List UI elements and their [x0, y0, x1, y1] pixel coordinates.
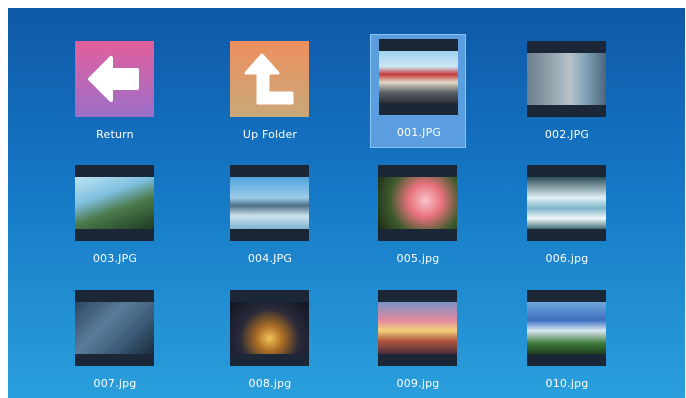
thumbnail-005	[378, 165, 457, 241]
thumbnail-004	[230, 165, 309, 241]
return-tile[interactable]: Return	[67, 11, 163, 141]
file-label-008: 008.jpg	[248, 377, 292, 390]
file-tile-001[interactable]: 001.JPG	[370, 34, 466, 148]
thumbnail-007	[75, 290, 154, 366]
file-tile-004[interactable]: 004.JPG	[222, 135, 318, 265]
thumbnail-009	[378, 290, 457, 366]
file-browser-screen: Return Up Folder 001.JPG 002.JPG 003.JPG…	[8, 8, 685, 398]
return-icon	[75, 41, 154, 117]
file-label-010: 010.jpg	[545, 377, 589, 390]
file-tile-009[interactable]: 009.jpg	[370, 260, 466, 390]
file-tile-006[interactable]: 006.jpg	[519, 135, 615, 265]
file-tile-002[interactable]: 002.JPG	[519, 11, 615, 141]
file-label-007: 007.jpg	[93, 377, 137, 390]
file-tile-007[interactable]: 007.jpg	[67, 260, 163, 390]
thumbnail-010	[527, 290, 606, 366]
thumbnail-008	[230, 290, 309, 366]
up-folder-icon	[230, 41, 309, 117]
up-folder-tile[interactable]: Up Folder	[222, 11, 318, 141]
thumbnail-006	[527, 165, 606, 241]
file-tile-008[interactable]: 008.jpg	[222, 260, 318, 390]
file-tile-003[interactable]: 003.JPG	[67, 135, 163, 265]
thumbnail-001	[379, 39, 458, 115]
file-label-009: 009.jpg	[396, 377, 440, 390]
thumbnail-003	[75, 165, 154, 241]
thumbnail-002	[527, 41, 606, 117]
file-tile-005[interactable]: 005.jpg	[370, 135, 466, 265]
file-tile-010[interactable]: 010.jpg	[519, 260, 615, 390]
